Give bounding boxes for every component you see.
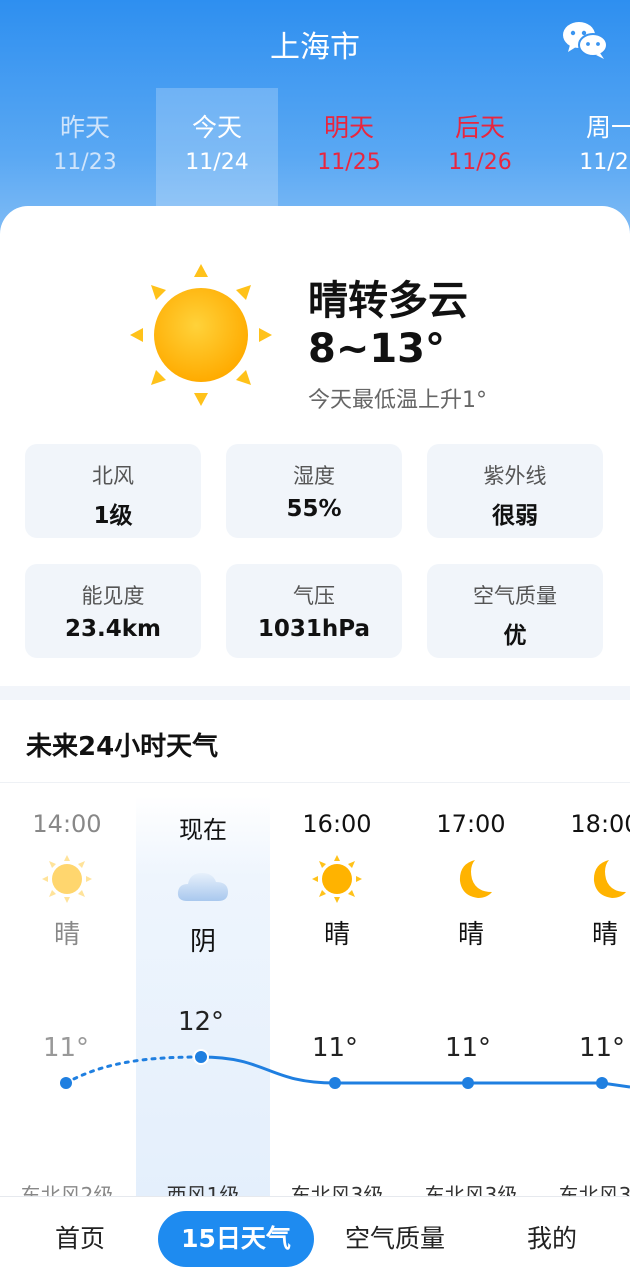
temperature-label: 12° — [177, 1007, 225, 1037]
hour-time: 16:00 — [302, 810, 372, 838]
nav-item[interactable]: 空气质量 — [330, 1211, 460, 1267]
detail-value: 1031hPa — [257, 616, 371, 642]
weather-condition: 晴转多云 — [308, 278, 468, 324]
hour-weather: 阴 — [189, 927, 216, 957]
hour-time: 14:00 — [32, 810, 102, 838]
detail-label: 空气质量 — [473, 584, 557, 608]
hour-weather: 晴 — [53, 920, 80, 950]
detail-tile: 空气质量优 — [427, 564, 603, 658]
wechat-share-icon[interactable] — [562, 20, 608, 60]
detail-value: 很弱 — [492, 503, 538, 529]
temperature-range: 8~13° — [308, 326, 446, 372]
day-tab[interactable]: 明天 11/25 — [288, 88, 410, 208]
day-date: 11/25 — [317, 150, 381, 175]
city-title[interactable]: 上海市 — [0, 22, 630, 66]
detail-label: 湿度 — [293, 464, 335, 488]
hour-column[interactable]: 18:00晴东北风3级 — [538, 796, 630, 1207]
hour-time: 现在 — [179, 816, 227, 844]
temperature-label: 11° — [444, 1033, 492, 1063]
day-name: 周一 — [585, 113, 630, 142]
day-date: 11/27 — [579, 150, 630, 175]
detail-tile: 北风 1级 — [25, 444, 201, 538]
temperature-label: 11° — [42, 1033, 90, 1063]
nav-item[interactable]: 我的 — [500, 1211, 604, 1267]
day-name: 今天 — [191, 113, 242, 142]
hour-column[interactable]: 17:00 晴东北风3级 — [404, 796, 538, 1207]
moon-icon — [593, 860, 626, 898]
hour-weather: 晴 — [457, 920, 484, 950]
hour-time: 17:00 — [436, 810, 506, 838]
day-selector: 昨天 11/23 今天 11/24 明天 11/25 后天 11/26 周一 11/27 — [0, 88, 630, 208]
hour-weather: 晴 — [323, 920, 350, 950]
sun-icon — [312, 855, 362, 903]
detail-tile: 能见度 23.4km — [25, 564, 201, 658]
hourly-forecast: 未来24小时天气 14:00 晴东北风2级 现在阴西风1级 16:00 晴东北风3级 17… — [0, 700, 630, 1207]
detail-label: 能见度 — [81, 584, 145, 608]
day-tab[interactable]: 周一 11/27 — [550, 88, 630, 208]
hour-time: 18:00 — [570, 810, 630, 838]
day-tab[interactable]: 后天 11/26 — [419, 88, 541, 208]
detail-label: 紫外线 — [483, 464, 547, 488]
detail-value: 55% — [286, 496, 342, 522]
hour-weather: 晴 — [591, 920, 618, 950]
bottom-nav: 首页 15日天气 空气质量 我的 — [0, 1196, 630, 1281]
today-card: 晴转多云 8~13° 今天最低温上升1° 北风 1级 湿度 55% 紫外线很弱能见度 23… — [0, 206, 630, 686]
temperature-note: 今天最低温上升1° — [308, 388, 487, 413]
divider — [0, 782, 630, 783]
moon-icon — [459, 860, 492, 898]
nav-item[interactable]: 首页 — [30, 1211, 130, 1267]
day-tab[interactable]: 今天 11/24 — [156, 88, 278, 208]
day-date: 11/23 — [53, 150, 117, 175]
sun-icon — [130, 264, 272, 406]
detail-value: 23.4km — [64, 616, 161, 642]
nav-item[interactable]: 15日天气 — [158, 1211, 314, 1267]
day-name: 昨天 — [59, 113, 110, 142]
temperature-label: 11° — [311, 1033, 359, 1063]
day-name: 明天 — [323, 113, 374, 142]
detail-label: 气压 — [293, 584, 335, 608]
hour-column[interactable]: 14:00 晴东北风2级 — [0, 796, 134, 1207]
detail-value: 1级 — [93, 503, 133, 529]
detail-tile: 气压 1031hPa — [226, 564, 402, 658]
sun-icon — [42, 855, 92, 903]
detail-tile: 紫外线 很弱 — [427, 444, 603, 538]
detail-label: 北风 — [92, 464, 134, 488]
day-tab[interactable]: 昨天 11/23 — [24, 88, 146, 208]
hour-column[interactable]: 16:00 晴东北风3级 — [270, 796, 404, 1207]
detail-value: 优 — [503, 623, 527, 649]
cloud-icon — [177, 873, 228, 901]
day-date: 11/24 — [185, 150, 249, 175]
hourly-title: 未来24小时天气 — [26, 732, 219, 762]
day-name: 后天 — [454, 113, 505, 142]
hour-column[interactable]: 现在阴西风1级 — [136, 796, 270, 1207]
temperature-label: 11° — [578, 1033, 626, 1063]
day-date: 11/26 — [448, 150, 512, 175]
detail-tile: 湿度 55% — [226, 444, 402, 538]
